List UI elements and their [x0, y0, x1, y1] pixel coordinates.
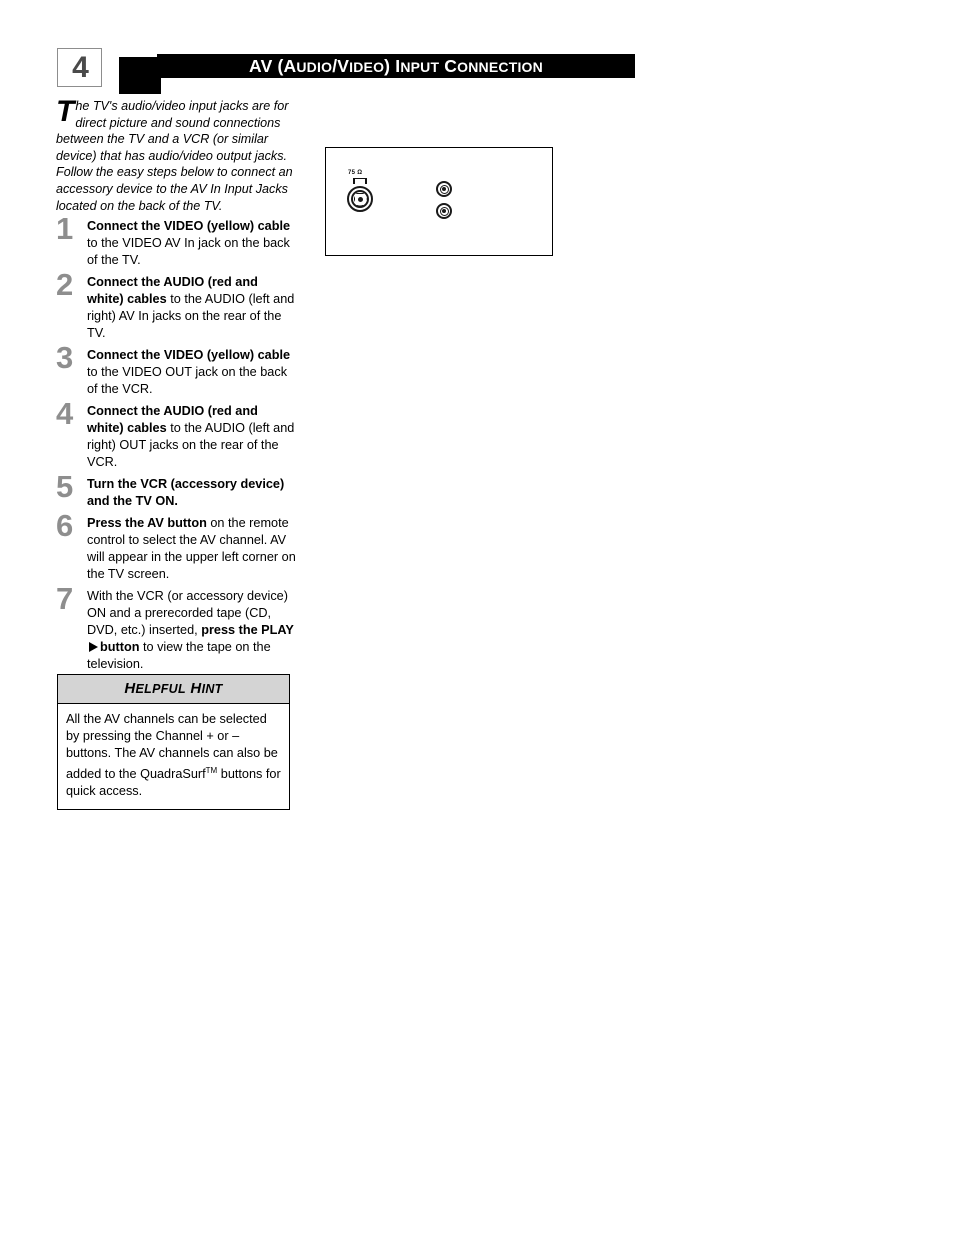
page-title-part-4: ) I [384, 56, 401, 76]
step-item: 1 Connect the VIDEO (yellow) cable to the… [56, 212, 296, 269]
page-title-part-2: /V [332, 56, 350, 76]
antenna-icon [353, 178, 367, 185]
step-item-number: 3 [56, 340, 74, 375]
step-item-text: Connect the VIDEO (yellow) cable to the … [87, 347, 296, 398]
page-header: AV (AUDIO/VIDEO) INPUT CONNECTION 4 [57, 48, 635, 94]
step-item-text: With the VCR (or accessory device) ON an… [87, 588, 296, 673]
step-item-text: Connect the VIDEO (yellow) cable to the … [87, 218, 296, 269]
hint-title-part-1: ELPFUL [135, 682, 186, 696]
page-title-part-0: AV (A [249, 56, 297, 76]
page-title: AV (AUDIO/VIDEO) INPUT CONNECTION [157, 54, 635, 78]
step-item-number: 4 [56, 396, 74, 431]
step-item: 2 Connect the AUDIO (red and white) cable… [56, 268, 296, 342]
trademark-symbol: TM [205, 766, 218, 775]
intro-text: he TV's audio/video input jacks are for … [56, 99, 293, 213]
step-item-text: Press the AV button on the remote contro… [87, 515, 296, 583]
step-item-number: 2 [56, 267, 74, 302]
antenna-impedance-label: 75 Ω [348, 170, 363, 176]
page-title-part-1: UDIO [296, 59, 333, 75]
step-item: 3 Connect the VIDEO (yellow) cable to the… [56, 341, 296, 398]
step-number-box-shadow [119, 57, 161, 94]
hint-title-part-2: H [185, 680, 202, 697]
helpful-hint-box: HELPFUL HINT All the AV channels can be … [57, 674, 290, 811]
intro-dropcap: T [56, 95, 75, 128]
page-title-part-5: NPUT [400, 59, 440, 75]
helpful-hint-title: HELPFUL HINT [58, 675, 289, 704]
step-item: 5 Turn the VCR (accessory device) and the… [56, 470, 296, 510]
step-item-number: 1 [56, 211, 74, 246]
play-triangle-icon [89, 642, 98, 652]
rca-jack-bottom-icon [436, 203, 452, 219]
step-item: 4 Connect the AUDIO (red and white) cable… [56, 397, 296, 471]
rca-jack-top-icon [436, 181, 452, 197]
step-item-bold-lead: Connect the VIDEO (yellow) cable [87, 219, 291, 233]
hint-title-part-0: H [124, 680, 136, 697]
tv-rear-panel-diagram: 75 Ω [325, 147, 553, 256]
step-item-bold-mid: press the PLAY [201, 623, 294, 637]
helpful-hint-body: All the AV channels can be selected by p… [58, 704, 289, 809]
step-number-box: 4 [57, 48, 102, 87]
hint-title-part-3: INT [201, 682, 223, 696]
step-item-bold-lead: Connect the VIDEO (yellow) cable [87, 348, 291, 362]
step-item-bold-lead: Turn the VCR (accessory device) and the … [87, 477, 285, 508]
step-item-text: Connect the AUDIO (red and white) cables… [87, 274, 296, 342]
step-item-text: Connect the AUDIO (red and white) cables… [87, 403, 296, 471]
steps-list: 1 Connect the VIDEO (yellow) cable to the… [56, 212, 296, 678]
intro-paragraph: The TV's audio/video input jacks are for… [56, 95, 296, 214]
step-item-rest: to the VIDEO OUT jack on the back of the… [87, 365, 288, 396]
step-item-text: Turn the VCR (accessory device) and the … [87, 476, 296, 510]
step-item-number: 7 [56, 581, 74, 616]
step-item-rest: to the VIDEO AV In jack on the back of t… [87, 236, 290, 267]
step-number-digit: 4 [72, 51, 89, 84]
step-item: 7 With the VCR (or accessory device) ON a… [56, 582, 296, 673]
step-item: 6 Press the AV button on the remote contr… [56, 509, 296, 583]
step-item-bold-lead: Press the AV button [87, 516, 207, 530]
page-title-part-3: IDEO [349, 59, 385, 75]
step-item-bold-after: button [100, 640, 140, 654]
coax-antenna-jack-icon [347, 186, 373, 212]
step-item-number: 6 [56, 508, 74, 543]
step-item-number: 5 [56, 469, 74, 504]
page-title-part-6: C [439, 56, 458, 76]
page-title-part-7: ONNECTION [457, 59, 543, 75]
